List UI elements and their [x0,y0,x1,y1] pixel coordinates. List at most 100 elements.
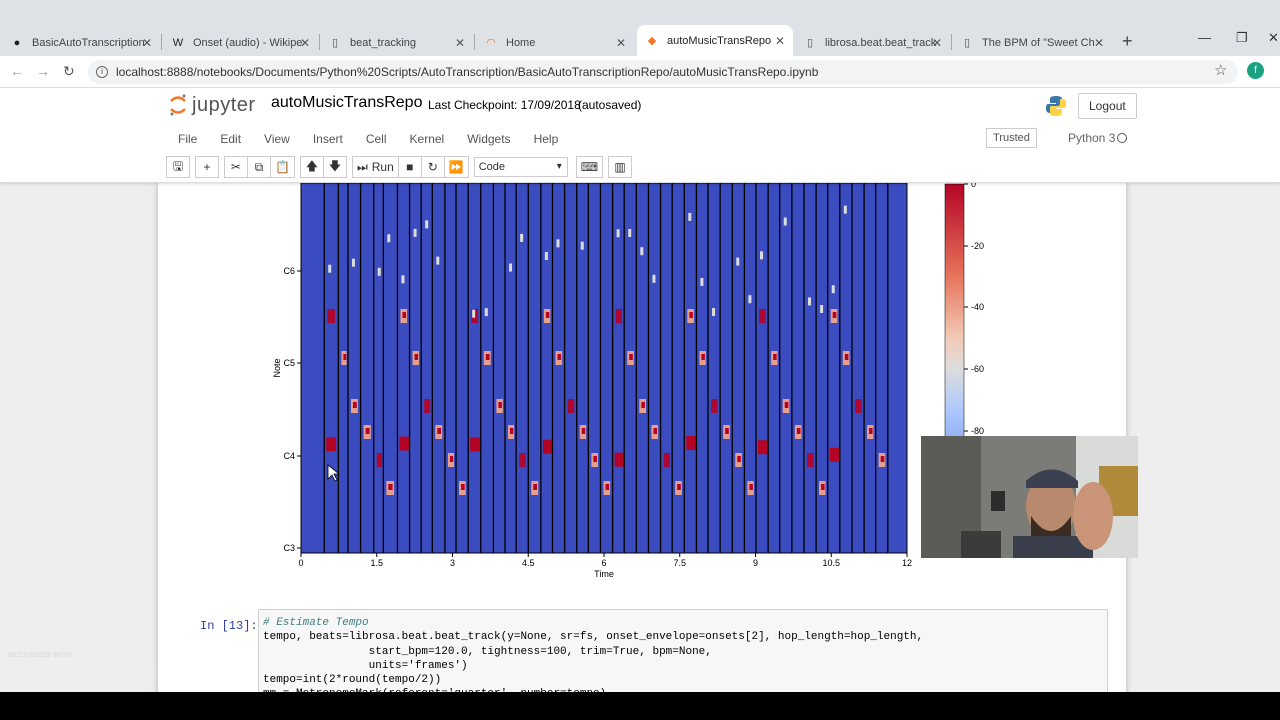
cell-type-select[interactable]: Code [473,157,568,177]
run-button[interactable]: ⏭ Run [351,156,399,178]
cqt-energy-mark [436,256,440,265]
browser-tab[interactable]: ● BasicAutoTranscription ✕ [2,30,160,56]
reload-icon[interactable]: ↻ [63,63,75,80]
colorbar-tick-label: -20 [971,241,984,251]
browser-tab[interactable]: W Onset (audio) - Wikipe ✕ [163,30,318,56]
cqt-energy-mark [556,239,560,248]
command-palette-icon[interactable]: ⌨ [575,156,604,178]
code-cell-editor[interactable]: # Estimate Tempo tempo, beats=librosa.bea… [258,609,1108,692]
interrupt-icon[interactable]: ■ [397,156,422,178]
github-icon: ● [13,37,21,49]
profile-avatar[interactable]: f [1247,62,1264,79]
menu-view[interactable]: View [264,132,290,146]
move-down-icon[interactable]: 🡇 [322,156,347,178]
cqt-energy-mark [580,241,584,250]
notebook-toolbar: 🖫 + ✂ ⧉ 📋 🡅 🡇 ⏭Run ■ ↻ ⏩ Code ⌨ ▥ [166,155,637,179]
trusted-indicator[interactable]: Trusted [986,128,1037,148]
cqt-energy-mark [796,428,801,434]
cqt-energy-mark [569,402,574,408]
close-tab-icon[interactable]: ✕ [1094,36,1104,50]
jupyter-page: CQT - Sweet Child O' Mine Intro01.534.56… [0,88,1280,692]
restart-icon[interactable]: ↻ [420,156,445,178]
cqt-energy-mark [760,251,764,260]
restart-run-all-icon[interactable]: ⏩ [443,156,469,178]
new-tab-icon[interactable]: + [1122,31,1133,52]
close-tab-icon[interactable]: ✕ [455,36,465,50]
menu-widgets[interactable]: Widgets [467,132,510,146]
close-window-icon[interactable]: ✕ [1268,30,1279,46]
chart-icon[interactable]: ▥ [608,156,633,178]
cqt-energy-mark [521,456,525,462]
menu-cell[interactable]: Cell [366,132,387,146]
menu-file[interactable]: File [178,132,197,146]
webcam-overlay [921,436,1138,558]
cqt-energy-mark [485,354,490,360]
cqt-energy-mark [472,309,476,318]
menu-insert[interactable]: Insert [313,132,343,146]
menu-help[interactable]: Help [534,132,559,146]
logout-button[interactable]: Logout [1078,93,1137,119]
colorbar-tick-label: 0 [971,183,976,189]
close-tab-icon[interactable]: ✕ [932,36,942,50]
paste-icon[interactable]: 📋 [270,156,295,178]
move-up-icon[interactable]: 🡅 [299,156,324,178]
close-tab-icon[interactable]: ✕ [616,36,626,50]
cqt-energy-mark [832,312,837,318]
x-tick-label: 7.5 [673,558,686,568]
menu-kernel[interactable]: Kernel [410,132,445,146]
cqt-energy-mark [520,233,524,242]
browser-tab[interactable]: ▯ librosa.beat.beat_track ✕ [795,30,950,56]
colorbar-tick-label: -40 [971,302,984,312]
cqt-energy-mark [748,295,752,304]
browser-tab-label: librosa.beat.beat_track [825,37,937,49]
python-logo-icon [1044,94,1068,121]
maximize-icon[interactable]: ❐ [1236,30,1248,46]
bookmark-star-icon[interactable]: ☆ [1214,61,1227,79]
cqt-energy-mark [533,484,538,490]
jupyter-header: jupyter autoMusicTransRepo Last Checkpoi… [0,88,1280,183]
tab-separator [474,34,475,50]
cqt-energy-mark [829,447,840,462]
close-tab-icon[interactable]: ✕ [775,34,785,48]
cqt-energy-mark [831,285,835,294]
browser-tab-label: Onset (audio) - Wikipe [193,37,303,49]
close-tab-icon[interactable]: ✕ [300,36,310,50]
cqt-energy-mark [700,277,704,286]
colorbar-tick-label: -60 [971,364,984,374]
minimize-icon[interactable]: — [1198,30,1211,45]
cqt-energy-mark [665,456,670,462]
browser-tab[interactable]: ▯ beat_tracking ✕ [320,30,473,56]
browser-tab[interactable]: ◠ Home ✕ [476,30,634,56]
cqt-energy-mark [640,247,644,256]
close-tab-icon[interactable]: ✕ [142,36,152,50]
save-icon[interactable]: 🖫 [166,156,190,178]
cut-icon[interactable]: ✂ [224,156,248,178]
info-icon[interactable]: i [96,66,108,78]
kernel-status-icon [1117,133,1127,143]
kernel-name[interactable]: Python 3 [1068,131,1115,145]
cqt-energy-mark [629,354,633,360]
jupyter-logo[interactable]: jupyter [168,93,256,117]
insert-cell-icon[interactable]: + [195,156,219,178]
browser-tab[interactable]: ◆ autoMusicTransRepo ✕ [637,25,793,56]
cqt-energy-mark [712,308,716,317]
forward-icon[interactable]: → [36,63,50,79]
cell-prompt: In [13]: [200,619,258,633]
cqt-energy-mark [869,428,873,434]
back-icon[interactable]: ← [10,63,24,79]
y-tick-label: C3 [283,543,295,553]
notebook-name[interactable]: autoMusicTransRepo [271,94,422,112]
url-text: localhost:8888/notebooks/Documents/Pytho… [116,65,819,79]
copy-icon[interactable]: ⧉ [247,156,271,178]
run-label: Run [371,160,394,174]
cqt-energy-mark [616,229,620,238]
cqt-energy-mark [783,217,787,226]
menu-edit[interactable]: Edit [220,132,241,146]
browser-tab[interactable]: ▯ The BPM of "Sweet Ch ✕ [952,30,1112,56]
cqt-energy-mark [880,456,885,462]
cqt-energy-mark [498,402,502,408]
cqt-energy-mark [328,264,332,273]
cqt-energy-mark [605,484,610,490]
url-field[interactable]: i localhost:8888/notebooks/Documents/Pyt… [88,60,1238,84]
code-line: start_bpm=120.0, tightness=100, trim=Tru… [263,645,712,658]
